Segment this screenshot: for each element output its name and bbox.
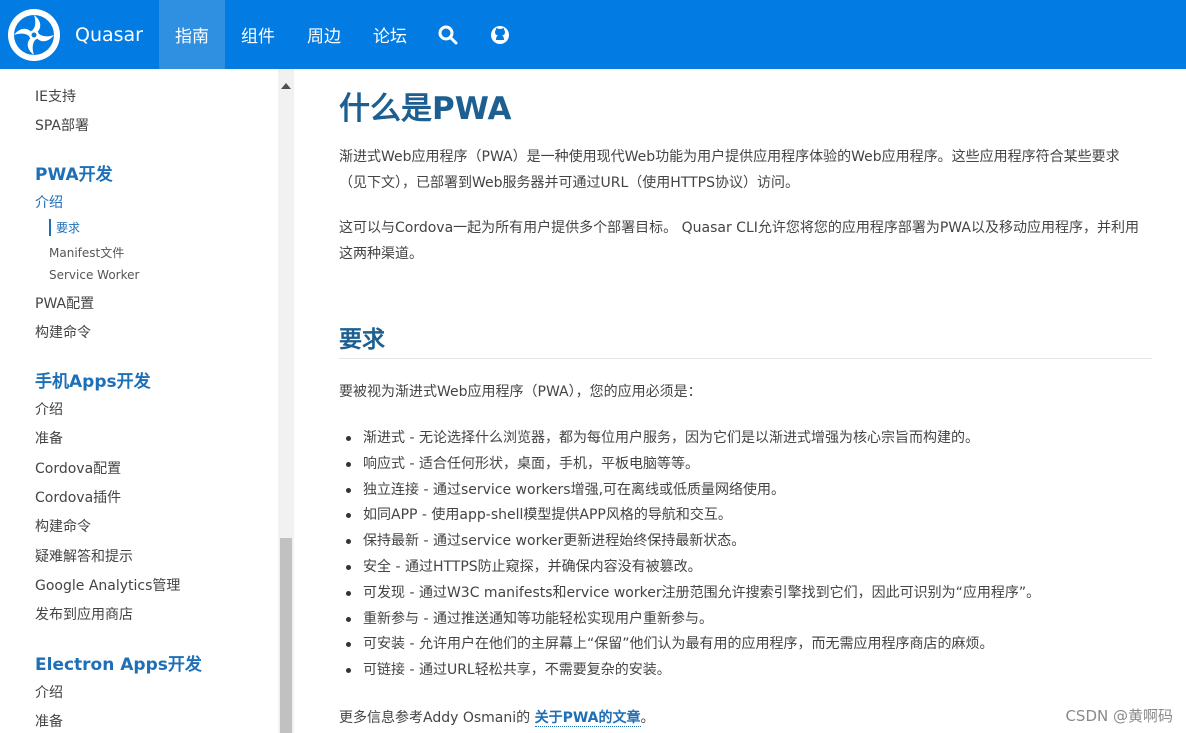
sidebar-heading-pwa[interactable]: PWA开发 [35, 160, 113, 185]
sidebar-scrollbar[interactable] [278, 69, 294, 733]
github-button[interactable] [473, 0, 527, 69]
sidebar-item-electron-prep[interactable]: 准备 [35, 711, 63, 731]
sidebar-heading-electron[interactable]: Electron Apps开发 [35, 650, 202, 675]
sidebar-item-mobile-intro[interactable]: 介绍 [35, 399, 63, 419]
sidebar-heading-mobile[interactable]: 手机Apps开发 [35, 367, 151, 392]
sidebar-subitem-manifest[interactable]: Manifest文件 [49, 244, 124, 261]
nav-guide[interactable]: 指南 [159, 0, 225, 69]
sidebar-item-pwa-intro[interactable]: 介绍 [35, 192, 63, 212]
list-item: 渐进式 - 无论选择什么浏览器，都为每位用户服务，因为它们是以渐进式增强为核心宗… [339, 425, 1040, 451]
sidebar-item-ie-support[interactable]: IE支持 [35, 86, 76, 106]
sidebar-item-cordova-plugins[interactable]: Cordova插件 [35, 487, 121, 507]
intro-paragraph: 渐进式Web应用程序（PWA）是一种使用现代Web功能为用户提供应用程序体验的W… [339, 149, 1120, 191]
quasar-logo-icon[interactable] [6, 7, 62, 63]
more-info-text: 更多信息参考Addy Osmani的 [339, 710, 535, 726]
section-title-requirements: 要求 [339, 327, 385, 353]
requirements-intro: 要被视为渐进式Web应用程序（PWA），您的应用必须是： [339, 384, 702, 400]
list-item: 可发现 - 通过W3C manifests和ervice worker注册范围允… [339, 580, 1040, 606]
list-item: 独立连接 - 通过service workers增强,可在离线或低质量网络使用。 [339, 477, 1040, 503]
sidebar-item-pwa-config[interactable]: PWA配置 [35, 293, 94, 313]
sidebar-subitem-requirements[interactable]: 要求 [49, 219, 80, 236]
brand-name[interactable]: Quasar [75, 24, 143, 46]
search-button[interactable] [423, 0, 473, 69]
cordova-paragraph: 这可以与Cordova一起为所有用户提供多个部署目标。 Quasar CLI允许… [339, 220, 1139, 262]
list-item: 如同APP - 使用app-shell模型提供APP风格的导航和交互。 [339, 502, 1040, 528]
sidebar: IE支持 SPA部署 PWA开发 介绍 要求 Manifest文件 Servic… [0, 69, 278, 733]
sidebar-item-pwa-build[interactable]: 构建命令 [35, 322, 91, 342]
sidebar-item-electron-intro[interactable]: 介绍 [35, 682, 63, 702]
nav-components[interactable]: 组件 [225, 0, 291, 69]
scrollbar-thumb[interactable] [280, 538, 292, 733]
sidebar-item-troubleshooting[interactable]: 疑难解答和提示 [35, 546, 133, 566]
nav-forum[interactable]: 论坛 [357, 0, 423, 69]
more-info-suffix: 。 [640, 710, 655, 726]
sidebar-subitem-service-worker[interactable]: Service Worker [49, 268, 139, 282]
list-item: 重新参与 - 通过推送通知等功能轻松实现用户重新参与。 [339, 606, 1040, 632]
requirements-list: 渐进式 - 无论选择什么浏览器，都为每位用户服务，因为它们是以渐进式增强为核心宗… [339, 425, 1040, 683]
page-title: 什么是PWA [339, 91, 512, 127]
watermark: CSDN @黄啊码 [1065, 707, 1173, 725]
sidebar-item-spa-deploy[interactable]: SPA部署 [35, 115, 89, 135]
list-item: 可链接 - 通过URL轻松共享，不需要复杂的安装。 [339, 657, 1040, 683]
scroll-up-arrow-icon[interactable] [281, 83, 291, 89]
sidebar-item-mobile-prep[interactable]: 准备 [35, 428, 63, 448]
search-icon [438, 25, 458, 44]
sidebar-item-publish-store[interactable]: 发布到应用商店 [35, 604, 133, 624]
top-navbar: Quasar 指南 组件 周边 论坛 [0, 0, 1186, 69]
nav-around[interactable]: 周边 [291, 0, 357, 69]
sidebar-item-cordova-config[interactable]: Cordova配置 [35, 458, 121, 478]
sidebar-item-google-analytics[interactable]: Google Analytics管理 [35, 575, 180, 595]
list-item: 保持最新 - 通过service worker更新进程始终保持最新状态。 [339, 528, 1040, 554]
list-item: 响应式 - 适合任何形状，桌面，手机，平板电脑等等。 [339, 451, 1040, 477]
list-item: 可安装 - 允许用户在他们的主屏幕上“保留”他们认为最有用的应用程序，而无需应用… [339, 631, 1040, 657]
list-item: 安全 - 通过HTTPS防止窥探，并确保内容没有被篡改。 [339, 554, 1040, 580]
section-divider [339, 358, 1152, 359]
pwa-article-link[interactable]: 关于PWA的文章 [534, 710, 641, 727]
more-info-paragraph: 更多信息参考Addy Osmani的 关于PWA的文章。 [339, 705, 1144, 731]
sidebar-item-mobile-build[interactable]: 构建命令 [35, 516, 91, 536]
github-icon [491, 25, 509, 44]
